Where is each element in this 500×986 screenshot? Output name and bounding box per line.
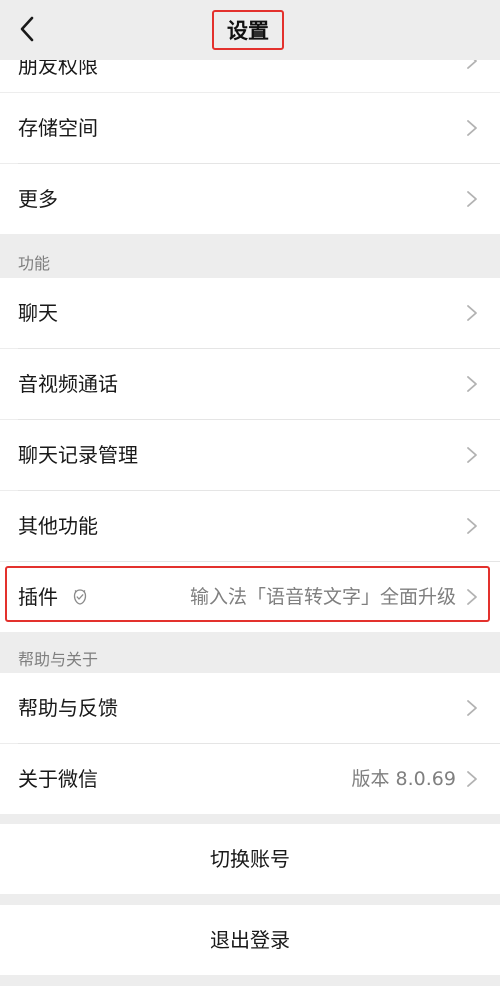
row-label: 存储空间 (18, 116, 98, 140)
row-label: 更多 (18, 187, 58, 211)
chevron-right-icon (467, 305, 477, 321)
section-header-about: 帮助与关于 (18, 650, 99, 669)
chevron-right-icon (467, 60, 477, 69)
chevron-left-icon (20, 16, 34, 42)
chevron-right-icon (467, 447, 477, 463)
plugin-badge-icon (73, 589, 87, 605)
row-label: 其他功能 (18, 514, 98, 538)
settings-row-other-features[interactable]: 其他功能 (0, 491, 500, 561)
plugin-promo-text: 输入法「语音转文字」全面升级 (189, 586, 456, 608)
back-button[interactable] (12, 14, 42, 44)
chevron-right-icon (467, 191, 477, 207)
settings-row-chat[interactable]: 聊天 (0, 278, 500, 348)
version-text: 版本 8.0.69 (351, 768, 456, 790)
section-header-features: 功能 (18, 254, 51, 273)
settings-row-more[interactable]: 更多 (0, 164, 500, 234)
row-label: 聊天 (18, 301, 58, 325)
chevron-right-icon (467, 700, 477, 716)
settings-row-chat-history[interactable]: 聊天记录管理 (0, 420, 500, 490)
chevron-right-icon (467, 376, 477, 392)
switch-account-button[interactable]: 切换账号 (0, 824, 500, 894)
chevron-right-icon (467, 120, 477, 136)
settings-row-friend-permissions[interactable]: 朋友权限 (0, 60, 500, 92)
settings-row-help-feedback[interactable]: 帮助与反馈 (0, 673, 500, 743)
row-label: 插件 (18, 585, 58, 609)
chevron-right-icon (467, 518, 477, 534)
chevron-right-icon (467, 771, 477, 787)
nav-bar: 设置 (0, 0, 500, 60)
page-title: 设置 (212, 10, 284, 50)
row-label: 帮助与反馈 (18, 696, 118, 720)
chevron-right-icon (467, 589, 477, 605)
row-label: 关于微信 (18, 767, 98, 791)
settings-row-storage[interactable]: 存储空间 (0, 93, 500, 163)
settings-row-av-call[interactable]: 音视频通话 (0, 349, 500, 419)
row-label: 音视频通话 (18, 372, 118, 396)
row-label: 朋友权限 (18, 60, 98, 78)
logout-button[interactable]: 退出登录 (0, 905, 500, 975)
settings-row-about-wechat[interactable]: 关于微信 版本 8.0.69 (0, 744, 500, 814)
row-label: 聊天记录管理 (18, 443, 138, 467)
settings-row-plugins[interactable]: 插件 输入法「语音转文字」全面升级 (0, 562, 500, 632)
